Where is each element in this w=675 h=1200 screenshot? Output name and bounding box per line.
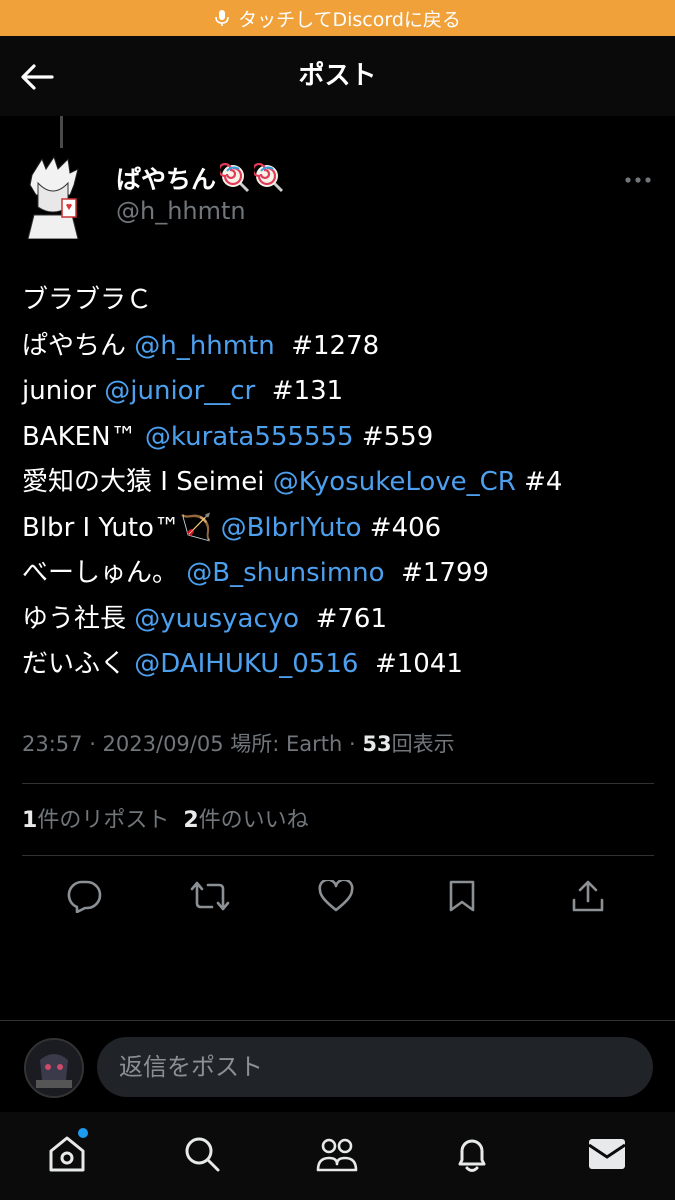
search-icon bbox=[185, 1137, 220, 1172]
divider bbox=[22, 783, 654, 784]
post-actions bbox=[0, 866, 675, 924]
bottom-tab-bar bbox=[0, 1112, 675, 1200]
like-button[interactable] bbox=[316, 876, 356, 916]
share-icon bbox=[572, 880, 604, 912]
post-line: Blbr I Yuto™🏹 @BlbrlYuto #406 bbox=[22, 512, 442, 543]
mention-link[interactable]: @h_hhmtn bbox=[134, 331, 274, 361]
post-text: ブラブラＣ ぱやちん @h_hhmtn #1278 junior @junior… bbox=[22, 278, 662, 688]
tab-home[interactable] bbox=[45, 1132, 89, 1176]
top-navigation-bar: ポスト bbox=[0, 36, 675, 116]
home-unread-dot bbox=[78, 1128, 88, 1138]
post-line: べーしゅん。 @B_shunsimno #1799 bbox=[22, 558, 490, 588]
back-button[interactable] bbox=[18, 58, 56, 96]
return-to-discord-banner[interactable]: タッチしてDiscordに戻る bbox=[0, 0, 675, 36]
lollipop-icon bbox=[220, 163, 250, 193]
post-line: だいふく @DAIHUKU_0516 #1041 bbox=[22, 649, 463, 679]
messages-icon bbox=[588, 1139, 626, 1169]
page-title: ポスト bbox=[298, 61, 377, 91]
bookmark-button[interactable] bbox=[442, 876, 482, 916]
author-avatar[interactable] bbox=[22, 155, 84, 239]
reply-button[interactable] bbox=[64, 876, 104, 916]
repost-button[interactable] bbox=[190, 876, 230, 916]
mention-link[interactable]: @junior__cr bbox=[104, 376, 255, 406]
reply-composer: 返信をポスト bbox=[0, 1020, 675, 1113]
repost-icon bbox=[190, 881, 230, 911]
engagement-stats: 1件のリポスト 2件のいいね bbox=[22, 802, 309, 834]
post-line: 愛知の大猿 I Seimei @KyosukeLove_CR #4 bbox=[22, 467, 563, 497]
share-button[interactable] bbox=[568, 876, 608, 916]
notifications-icon bbox=[458, 1139, 486, 1172]
thread-connector-line bbox=[60, 116, 63, 148]
like-icon bbox=[318, 880, 354, 912]
bookmark-icon bbox=[449, 880, 475, 912]
arrow-left-icon bbox=[21, 64, 54, 90]
mention-link[interactable]: @B_shunsimno bbox=[186, 558, 384, 588]
more-horizontal-icon bbox=[625, 177, 651, 183]
reposts-stat[interactable]: 1件のリポスト bbox=[22, 808, 169, 833]
divider bbox=[22, 855, 654, 856]
mention-link[interactable]: @BlbrlYuto bbox=[221, 513, 362, 543]
reply-input[interactable]: 返信をポスト bbox=[97, 1037, 653, 1097]
post-line: ゆう社長 @yuusyacyo #761 bbox=[22, 603, 388, 634]
mention-link[interactable]: @kurata555555 bbox=[145, 422, 354, 452]
author-display-name[interactable]: ぱやちん bbox=[116, 160, 284, 196]
post-line: ブラブラＣ bbox=[22, 285, 153, 315]
mention-link[interactable]: @DAIHUKU_0516 bbox=[134, 649, 358, 679]
post-line: BAKEN™ @kurata555555 #559 bbox=[22, 421, 434, 452]
post-line: ぱやちん @h_hhmtn #1278 bbox=[22, 330, 380, 361]
view-count: 53 bbox=[362, 732, 392, 756]
tab-messages[interactable] bbox=[585, 1132, 629, 1176]
post-line: junior @junior__cr #131 bbox=[22, 376, 344, 406]
author-handle[interactable]: @h_hhmtn bbox=[116, 197, 246, 225]
banner-text: タッチしてDiscordに戻る bbox=[238, 8, 461, 31]
microphone-icon bbox=[215, 10, 229, 26]
post-timestamp: 23:57 · 2023/09/05 場所: Earth · 53回表示 bbox=[22, 732, 455, 756]
tab-communities[interactable] bbox=[315, 1132, 359, 1176]
mention-link[interactable]: @KyosukeLove_CR bbox=[273, 467, 516, 497]
more-options-button[interactable] bbox=[620, 165, 656, 195]
tab-search[interactable] bbox=[180, 1132, 224, 1176]
home-icon bbox=[49, 1136, 85, 1172]
tab-notifications[interactable] bbox=[450, 1132, 494, 1176]
likes-stat[interactable]: 2件のいいね bbox=[183, 808, 308, 833]
mention-link[interactable]: @yuusyacyo bbox=[134, 604, 299, 634]
reply-icon bbox=[67, 880, 102, 913]
current-user-avatar[interactable] bbox=[24, 1038, 84, 1098]
communities-icon bbox=[316, 1138, 358, 1172]
lollipop-icon bbox=[254, 163, 284, 193]
